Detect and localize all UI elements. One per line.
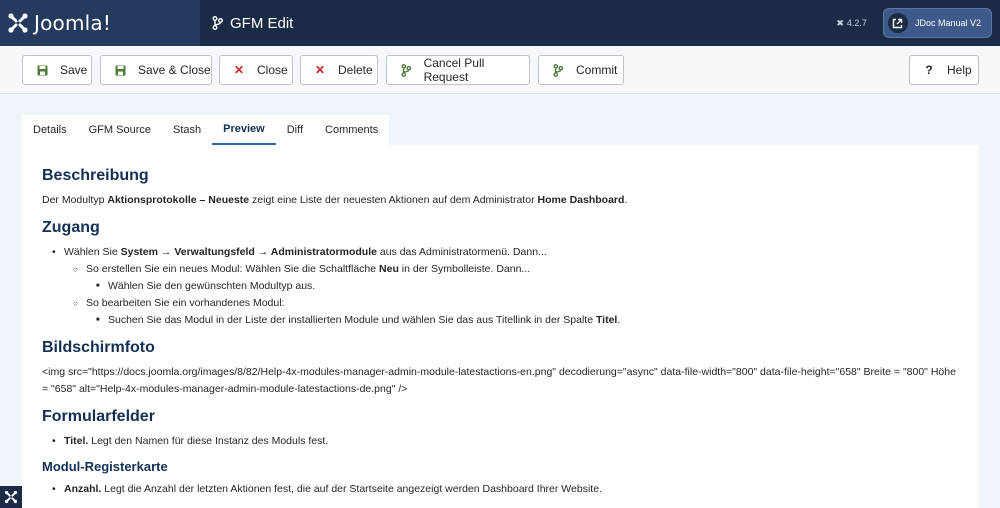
- text-span: So erstellen Sie ein neues Modul: Wählen…: [86, 263, 380, 275]
- help-button[interactable]: ? Help: [909, 55, 979, 85]
- commit-label: Commit: [576, 63, 618, 77]
- modul-list: Anzahl. Legt die Anzahl der letzten Akti…: [42, 481, 958, 498]
- heading-zugang: Zugang: [42, 219, 100, 236]
- text-span: Der Modultyp: [42, 194, 108, 206]
- save-icon: [113, 65, 127, 76]
- external-link-icon: [887, 13, 908, 33]
- tab-comments[interactable]: Comments: [314, 115, 389, 145]
- close-label: Close: [257, 63, 288, 77]
- jdoc-manual-button[interactable]: JDoc Manual V2: [882, 8, 992, 38]
- sub-sub-list: Wählen Sie den gewünschten Modultyp aus.: [86, 278, 958, 295]
- delete-label: Delete: [338, 63, 373, 77]
- git-branch-icon: [212, 16, 223, 30]
- bold-text: System → Verwaltungsfeld → Administrator…: [120, 246, 377, 258]
- list-item: So erstellen Sie ein neues Modul: Wählen…: [64, 261, 958, 295]
- text-span: Legt die Anzahl der letzten Aktionen fes…: [101, 483, 602, 495]
- save-button[interactable]: Save: [22, 55, 92, 85]
- page-title: GFM Edit: [212, 15, 293, 32]
- heading-bildschirmfoto: Bildschirmfoto: [42, 339, 155, 356]
- tab-preview[interactable]: Preview: [212, 115, 276, 145]
- text-span: Legt den Namen für diese Instanz des Mod…: [88, 435, 329, 447]
- cancel-pull-request-button[interactable]: Cancel Pull Request: [386, 55, 530, 85]
- cancel-pull-request-label: Cancel Pull Request: [423, 56, 485, 84]
- formular-list: Titel. Legt den Namen für diese Instanz …: [42, 433, 958, 450]
- beschreibung-paragraph: Der Modultyp Aktionsprotokolle – Neueste…: [42, 192, 958, 209]
- text-span: Suchen Sie das Modul in der Liste der in…: [108, 314, 596, 326]
- delete-icon: ✕: [314, 63, 326, 77]
- jdoc-manual-label: JDoc Manual V2: [914, 18, 981, 28]
- sub-sub-list: Suchen Sie das Modul in der Liste der in…: [86, 312, 958, 329]
- zugang-list: Wählen Sie System → Verwaltungsfeld → Ad…: [42, 244, 958, 329]
- bold-text: Titel: [595, 314, 618, 326]
- bold-text: Aktionsprotokolle – Neueste: [107, 194, 250, 206]
- git-branch-icon: [551, 63, 565, 77]
- preview-panel: Beschreibung Der Modultyp Aktionsprotoko…: [22, 145, 978, 508]
- help-label: Help: [947, 63, 972, 77]
- page-title-text: GFM Edit: [230, 14, 294, 32]
- bold-text: Anzahl.: [64, 483, 102, 495]
- tab-stash[interactable]: Stash: [162, 115, 212, 145]
- list-item: Anzahl. Legt die Anzahl der letzten Akti…: [42, 481, 958, 498]
- text-span: Wählen Sie: [64, 246, 121, 258]
- close-icon: ✕: [233, 63, 245, 77]
- tab-gfm-source[interactable]: GFM Source: [78, 115, 162, 145]
- joomla-corner-icon[interactable]: [0, 486, 22, 508]
- joomla-logo-icon: [8, 13, 28, 33]
- list-item: Wählen Sie den gewünschten Modultyp aus.: [86, 278, 958, 295]
- close-button[interactable]: ✕ Close: [219, 55, 293, 85]
- bold-text: Titel.: [64, 435, 89, 447]
- tab-bar: Details GFM Source Stash Preview Diff Co…: [22, 115, 390, 145]
- text-span: .: [624, 194, 628, 206]
- save-close-button[interactable]: Save & Close: [100, 55, 212, 85]
- save-label: Save: [60, 63, 88, 77]
- heading-beschreibung: Beschreibung: [42, 167, 149, 184]
- text-span: So bearbeiten Sie ein vorhandenes Modul:: [86, 297, 285, 309]
- list-item: So bearbeiten Sie ein vorhandenes Modul:…: [64, 295, 958, 329]
- list-item: Suchen Sie das Modul in der Liste der in…: [86, 312, 958, 329]
- joomla-small-icon: ✖: [836, 17, 844, 28]
- sub-list: So erstellen Sie ein neues Modul: Wählen…: [64, 261, 958, 329]
- text-span: zeigt eine Liste der neuesten Aktionen a…: [249, 194, 538, 206]
- save-icon: [35, 65, 49, 76]
- toolbar: Save Save & Close ✕ Close ✕ Delete Cance…: [0, 46, 1000, 94]
- heading-formularfelder: Formularfelder: [42, 408, 155, 425]
- version-text: 4.2.7: [846, 18, 867, 28]
- list-item: Titel. Legt den Namen für diese Instanz …: [42, 433, 958, 450]
- text-span: aus das Administratormenü. Dann...: [376, 246, 547, 258]
- version-indicator: ✖ 4.2.7: [836, 18, 867, 29]
- header: Joomla! GFM Edit ✖ 4.2.7 JDoc Manual V2: [0, 0, 1000, 46]
- bold-text: Neu: [379, 263, 399, 275]
- logo-text: Joomla!: [34, 11, 112, 35]
- tab-details[interactable]: Details: [22, 115, 78, 145]
- joomla-logo[interactable]: Joomla!: [0, 0, 200, 46]
- commit-button[interactable]: Commit: [538, 55, 624, 85]
- image-markup-text: <img src="https://docs.joomla.org/images…: [42, 366, 956, 395]
- git-branch-icon: [399, 63, 413, 77]
- list-item: Wählen Sie System → Verwaltungsfeld → Ad…: [42, 244, 958, 329]
- delete-button[interactable]: ✕ Delete: [300, 55, 378, 85]
- text-span: in der Symbolleiste. Dann...: [398, 263, 531, 275]
- tab-diff[interactable]: Diff: [276, 115, 314, 145]
- save-close-label: Save & Close: [138, 63, 211, 77]
- text-span: .: [617, 314, 621, 326]
- heading-modul-registerkarte: Modul-Registerkarte: [42, 459, 168, 474]
- question-icon: ?: [925, 63, 933, 77]
- bold-text: Home Dashboard: [537, 194, 625, 206]
